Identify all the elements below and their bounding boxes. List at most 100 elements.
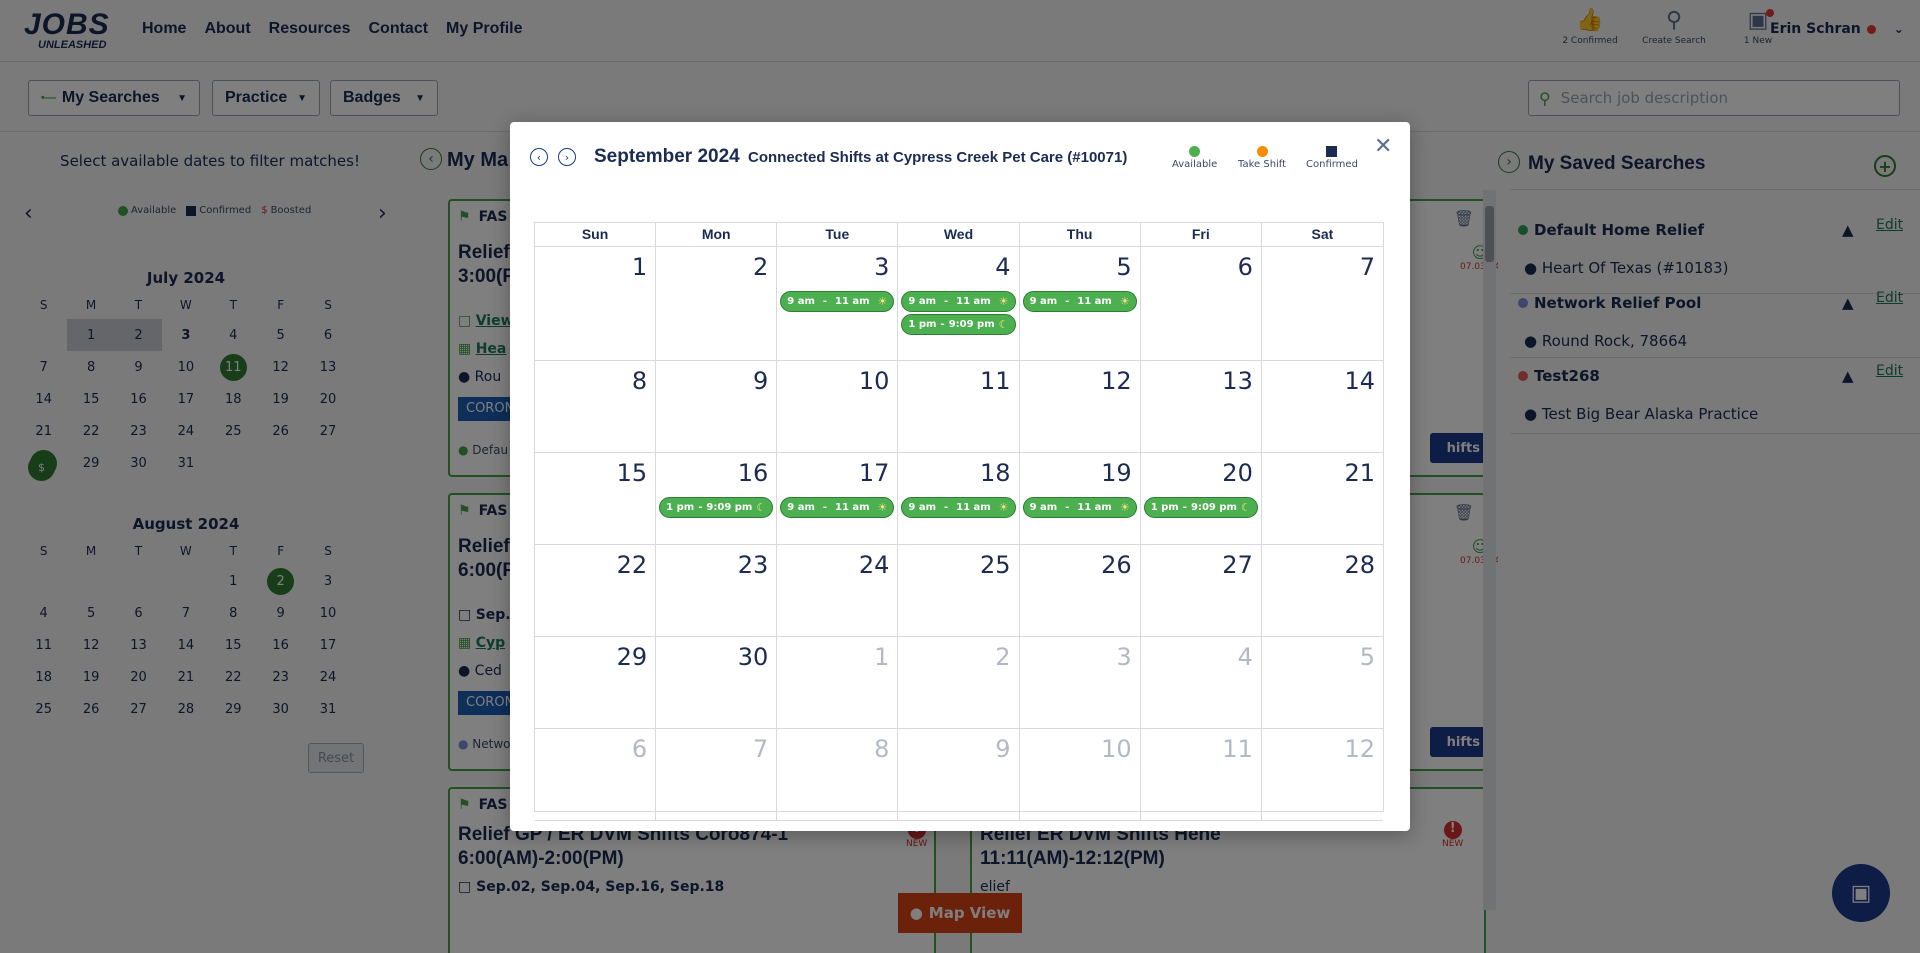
shift-pill[interactable]: 9 am -11 am ☀	[901, 291, 1016, 312]
shift-dash: -	[822, 502, 828, 513]
day-number: 21	[1344, 459, 1375, 487]
day-number: 11	[1222, 735, 1253, 763]
calendar-day[interactable]: 2	[656, 247, 778, 361]
calendar-day[interactable]: 4	[1140, 637, 1262, 729]
shift-pill[interactable]: 1 pm -9:09 pm ☾	[901, 314, 1016, 335]
weekday-label: Sun	[535, 223, 657, 246]
calendar-day[interactable]: 5	[1261, 637, 1383, 729]
calendar-weeks: 1239 am -11 am ☀ 4 9 am -11 am ☀ 1 pm -9:09 pm ☾ 5…	[535, 247, 1383, 821]
moon-icon: ☾	[1240, 501, 1251, 514]
calendar-day[interactable]: 25	[898, 545, 1020, 637]
shifts-calendar-modal: ‹ › September 2024 Connected Shifts at C…	[510, 122, 1410, 831]
day-number: 28	[1344, 551, 1375, 579]
shift-pill[interactable]: 9 am -11 am ☀	[780, 291, 895, 312]
calendar-day[interactable]: 16 1 pm -9:09 pm ☾	[656, 453, 778, 545]
calendar-day[interactable]: 23	[656, 545, 778, 637]
calendar-day[interactable]: 8	[535, 361, 657, 453]
sun-icon: ☀	[877, 501, 888, 514]
shift-dash: -	[1182, 502, 1187, 513]
sun-icon: ☀	[998, 501, 1009, 514]
calendar-day[interactable]: 1	[535, 247, 657, 361]
calendar-day[interactable]: 3 9 am -11 am ☀	[777, 247, 899, 361]
month-calendar: Sun Mon Tue Wed Thu Fri Sat 1239 am -11 am ☀ 4 9 a…	[534, 222, 1384, 821]
weekday-header: Sun Mon Tue Wed Thu Fri Sat	[535, 223, 1383, 247]
calendar-day[interactable]: 1	[777, 637, 899, 729]
shift-pill[interactable]: 1 pm -9:09 pm ☾	[659, 497, 774, 518]
calendar-day[interactable]: 18 9 am -11 am ☀	[898, 453, 1020, 545]
day-number: 13	[1222, 367, 1253, 395]
day-number: 1	[631, 253, 648, 281]
calendar-day[interactable]: 24	[777, 545, 899, 637]
calendar-day[interactable]: 29	[535, 637, 657, 729]
day-number: 7	[1359, 253, 1375, 281]
calendar-day[interactable]: 13	[1140, 361, 1262, 453]
calendar-day[interactable]: 10	[1019, 729, 1141, 821]
calendar-day[interactable]: 22	[535, 545, 657, 637]
day-number: 17	[858, 459, 890, 487]
shift-end: 11 am	[956, 296, 991, 307]
calendar-day[interactable]: 27	[1140, 545, 1262, 637]
calendar-day[interactable]: 6	[1140, 247, 1262, 361]
day-number: 2	[753, 253, 769, 281]
day-number: 30	[737, 643, 769, 671]
shift-end: 9:09 pm	[1190, 502, 1237, 513]
day-number: 16	[737, 459, 769, 487]
calendar-day[interactable]: 28	[1261, 545, 1383, 637]
calendar-day[interactable]: 7	[656, 729, 778, 821]
calendar-day[interactable]: 12	[1261, 729, 1383, 821]
calendar-day[interactable]: 14	[1261, 361, 1383, 453]
calendar-day[interactable]: 26	[1019, 545, 1141, 637]
calendar-day[interactable]: 9	[656, 361, 778, 453]
calendar-day[interactable]: 11	[1140, 729, 1262, 821]
calendar-day[interactable]: 30	[656, 637, 778, 729]
calendar-day[interactable]: 3	[1019, 637, 1141, 729]
confirmed-swatch	[1326, 146, 1338, 157]
sun-icon: ☀	[998, 295, 1009, 308]
shift-pill[interactable]: 9 am -11 am ☀	[780, 497, 895, 518]
calendar-day[interactable]: 17 9 am -11 am ☀	[777, 453, 899, 545]
calendar-day[interactable]: 21	[1261, 453, 1383, 545]
day-number: 7	[753, 735, 769, 763]
calendar-day[interactable]: 11	[898, 361, 1020, 453]
calendar-day[interactable]: 20 1 pm -9:09 pm ☾	[1140, 453, 1262, 545]
shift-start: 9 am	[1029, 502, 1058, 513]
shift-end: 11 am	[834, 502, 870, 513]
day-number: 27	[1222, 551, 1253, 579]
sun-icon: ☀	[1119, 295, 1130, 308]
day-number: 12	[1101, 367, 1132, 395]
shift-start: 9 am	[908, 296, 937, 307]
prev-month-button[interactable]: ‹	[530, 148, 548, 166]
calendar-day[interactable]: 19 9 am -11 am ☀	[1019, 453, 1141, 545]
calendar-day[interactable]: 2	[898, 637, 1020, 729]
calendar-day[interactable]: 7	[1261, 247, 1383, 361]
day-number: 24	[858, 551, 890, 579]
calendar-day[interactable]: 10	[777, 361, 899, 453]
legend-available: Available	[1172, 146, 1217, 170]
calendar-day[interactable]: 15	[535, 453, 657, 545]
calendar-day[interactable]: 49 am -11 am ☀ 1 pm -9:09 pm ☾	[898, 247, 1020, 361]
legend-take-shift: Take Shift	[1238, 146, 1286, 170]
close-icon[interactable]: ✕	[1374, 134, 1392, 159]
day-number: 12	[1344, 735, 1375, 763]
day-number: 6	[1237, 253, 1253, 281]
shift-pill[interactable]: 9 am -11 am ☀	[1022, 291, 1137, 312]
modal-subtitle: Connected Shifts at Cypress Creek Pet Ca…	[748, 149, 1128, 166]
day-number: 15	[616, 459, 648, 487]
calendar-day[interactable]: 12	[1019, 361, 1141, 453]
modal-header: ‹ › September 2024 Connected Shifts at C…	[510, 122, 1410, 192]
calendar-day[interactable]: 6	[535, 729, 657, 821]
shift-pill[interactable]: 1 pm -9:09 pm ☾	[1143, 497, 1258, 518]
shift-pill[interactable]: 9 am -11 am ☀	[901, 497, 1016, 518]
weekday-label: Tue	[777, 223, 899, 246]
shift-end: 11 am	[1077, 502, 1112, 513]
weekday-label: Mon	[656, 223, 778, 246]
legend-confirmed: Confirmed	[1306, 146, 1358, 170]
calendar-day[interactable]: 8	[777, 729, 899, 821]
next-month-button[interactable]: ›	[558, 148, 576, 166]
calendar-day[interactable]: 5 9 am -11 am ☀	[1019, 247, 1141, 361]
available-swatch	[1189, 146, 1201, 157]
day-number: 14	[1344, 367, 1375, 395]
calendar-day[interactable]: 9	[898, 729, 1020, 821]
shift-pill[interactable]: 9 am -11 am ☀	[1022, 497, 1137, 518]
day-number: 20	[1222, 459, 1253, 487]
